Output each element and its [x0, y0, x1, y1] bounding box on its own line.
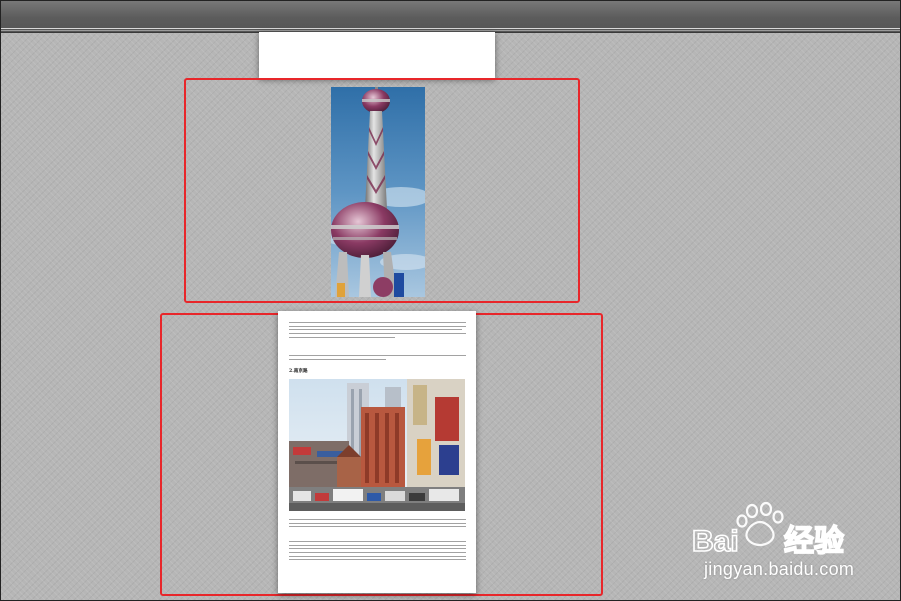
text-line: [289, 541, 466, 543]
text-line: [289, 322, 466, 324]
text-line: [289, 329, 463, 331]
toolbar-divider: [0, 28, 901, 29]
previous-page-thumbnail[interactable]: [259, 32, 495, 78]
paragraph-4: [289, 539, 466, 563]
text-line: [289, 519, 466, 521]
nanjing-road-photo[interactable]: [289, 379, 465, 511]
text-line: [289, 551, 466, 553]
text-line: [289, 544, 466, 546]
document-page-thumbnail[interactable]: 2.南京路: [278, 311, 476, 593]
toolbar-divider-lower: [0, 30, 901, 31]
text-line: [289, 548, 466, 550]
oriental-pearl-tower-image[interactable]: [331, 87, 425, 297]
section-heading: 2.南京路: [289, 369, 308, 374]
text-line: [289, 522, 466, 524]
text-line: [289, 336, 396, 338]
text-line: [289, 332, 466, 334]
svg-text:Bai: Bai: [692, 525, 739, 558]
text-line: [289, 555, 466, 557]
watermark-url: jingyan.baidu.com: [704, 559, 855, 579]
text-line: [289, 559, 466, 561]
text-line: [289, 526, 466, 528]
top-toolbar: [0, 0, 901, 33]
text-line: [289, 355, 466, 357]
paragraph-2: [289, 353, 466, 362]
text-line: [289, 358, 387, 360]
text-line: [289, 325, 466, 327]
paragraph-1: [289, 320, 466, 340]
paragraph-3: [289, 517, 466, 530]
svg-text:经验: 经验: [784, 524, 844, 558]
